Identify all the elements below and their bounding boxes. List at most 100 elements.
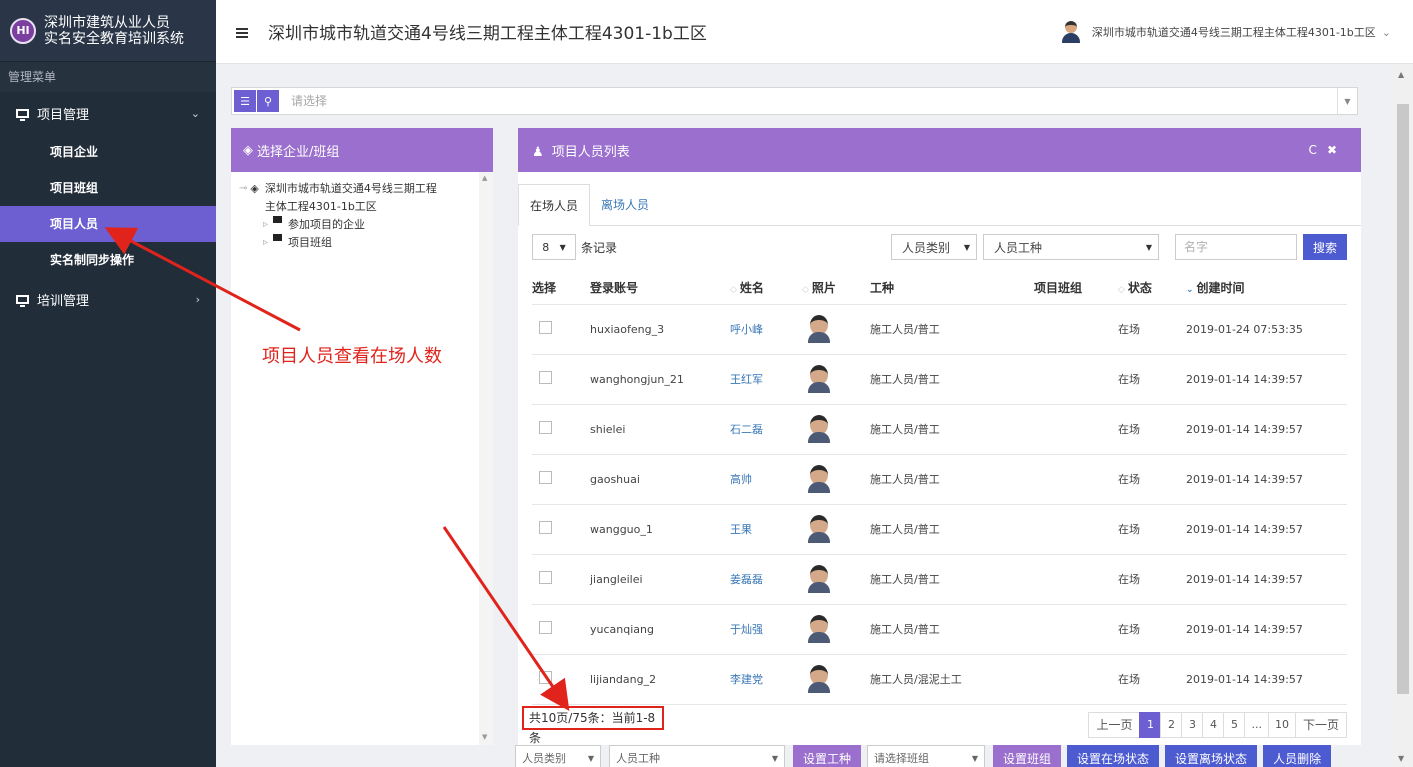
sidebar-item-project-company[interactable]: 项目企业 bbox=[0, 134, 216, 170]
scroll-down-icon[interactable]: ▼ bbox=[1398, 754, 1404, 763]
table-row[interactable]: gaoshuai 高帅 施工人员/普工 在场 2019-01-14 14:39:57 bbox=[532, 454, 1347, 505]
sidebar-item-project-personnel[interactable]: 项目人员 bbox=[0, 206, 216, 242]
row-checkbox[interactable] bbox=[539, 421, 552, 434]
prev-page-button[interactable]: 上一页 bbox=[1088, 712, 1141, 738]
person-photo[interactable] bbox=[808, 613, 830, 643]
project-select-input[interactable] bbox=[279, 94, 1337, 108]
table-row[interactable]: lijiandang_2 李建党 施工人员/混泥土工 在场 2019-01-14 14:… bbox=[532, 654, 1347, 705]
person-photo[interactable] bbox=[808, 563, 830, 593]
person-photo[interactable] bbox=[808, 663, 830, 693]
tree-scrollbar[interactable]: ▲ ▼ bbox=[479, 172, 493, 745]
menu-group-training[interactable]: 培训管理 › bbox=[0, 278, 216, 320]
row-checkbox[interactable] bbox=[539, 621, 552, 634]
person-name-link[interactable]: 石二磊 bbox=[730, 423, 763, 436]
col-name[interactable]: ◇ 姓名 bbox=[730, 272, 802, 305]
set-onsite-button[interactable]: 设置在场状态 bbox=[1067, 745, 1160, 767]
table-row[interactable]: wanghongjun_21 王红军 施工人员/普工 在场 2019-01-14 14:… bbox=[532, 354, 1347, 405]
tree-expander-icon[interactable]: ⊸ bbox=[239, 180, 247, 198]
person-name-link[interactable]: 呼小峰 bbox=[730, 323, 763, 336]
tab-onsite[interactable]: 在场人员 bbox=[518, 184, 591, 226]
scroll-up-icon[interactable]: ▲ bbox=[1398, 70, 1404, 79]
person-type-select[interactable]: 人员类别 ▼ bbox=[890, 234, 977, 260]
search-button[interactable]: 搜索 bbox=[1302, 234, 1347, 260]
table-row[interactable]: shielei 石二磊 施工人员/普工 在场 2019-01-14 14:39:57 bbox=[532, 404, 1347, 455]
person-photo[interactable] bbox=[808, 363, 830, 393]
account-cell: lijiandang_2 bbox=[590, 654, 730, 705]
row-checkbox[interactable] bbox=[539, 321, 552, 334]
table-row[interactable]: huxiaofeng_3 呼小峰 施工人员/普工 在场 2019-01-24 07:53… bbox=[532, 304, 1347, 355]
tab-offsite[interactable]: 离场人员 bbox=[590, 184, 660, 226]
panel-title: 选择企业/班组 bbox=[257, 144, 340, 160]
close-icon[interactable]: ✖ bbox=[1327, 143, 1347, 157]
page-button[interactable]: 10 bbox=[1267, 712, 1296, 738]
table-row[interactable]: wangguo_1 王果 施工人员/普工 在场 2019-01-14 14:39:57 bbox=[532, 504, 1347, 555]
row-checkbox[interactable] bbox=[539, 671, 552, 684]
search-icon[interactable]: ⚲ bbox=[257, 90, 279, 112]
col-account[interactable]: 登录账号 bbox=[590, 272, 730, 305]
page-scrollbar[interactable]: ▲ ▼ bbox=[1393, 64, 1413, 767]
tree-root[interactable]: ⊸ ◈ 深圳市城市轨道交通4号线三期工程 主体工程4301-1b工区 bbox=[239, 180, 493, 216]
menu-group-project[interactable]: 项目管理 ⌄ bbox=[0, 92, 216, 134]
row-checkbox[interactable] bbox=[539, 471, 552, 484]
next-page-button[interactable]: 下一页 bbox=[1294, 712, 1347, 738]
tree-expander-icon[interactable]: ▹ bbox=[263, 216, 268, 234]
brand-logo-icon: HI bbox=[10, 17, 36, 44]
page-button[interactable]: 5 bbox=[1223, 712, 1246, 738]
set-team-button[interactable]: 设置班组 bbox=[993, 745, 1062, 767]
personnel-table: 选择 登录账号 ◇ 姓名 ◇ 照片 工种 项目班组 ◇ 状态 ⌄ 创建时间 huxiao… bbox=[532, 272, 1347, 705]
person-photo[interactable] bbox=[808, 413, 830, 443]
person-name-link[interactable]: 姜磊磊 bbox=[730, 573, 763, 586]
person-photo[interactable] bbox=[808, 513, 830, 543]
created-cell: 2019-01-14 14:39:57 bbox=[1186, 454, 1347, 505]
col-photo[interactable]: ◇ 照片 bbox=[802, 272, 870, 305]
sidebar-item-project-team[interactable]: 项目班组 bbox=[0, 170, 216, 206]
person-name-link[interactable]: 王红军 bbox=[730, 373, 763, 386]
user-menu[interactable]: 深圳市城市轨道交通4号线三期工程主体工程4301-1b工区 ⌄ bbox=[1061, 0, 1391, 64]
list-view-button[interactable]: ☰ bbox=[234, 90, 256, 112]
row-checkbox[interactable] bbox=[539, 371, 552, 384]
list-toolbar: 8 ▼ 条记录 人员类别 ▼ 人员工种 ▼ 搜索 bbox=[532, 233, 1347, 261]
scroll-thumb[interactable] bbox=[1397, 104, 1409, 694]
dropdown-caret-icon[interactable]: ▼ bbox=[1337, 88, 1357, 114]
page-button[interactable]: 1 bbox=[1139, 712, 1162, 738]
set-offsite-button[interactable]: 设置离场状态 bbox=[1165, 745, 1258, 767]
delete-personnel-button[interactable]: 人员删除 bbox=[1263, 745, 1332, 767]
col-status[interactable]: ◇ 状态 bbox=[1118, 272, 1186, 305]
person-name-link[interactable]: 于灿强 bbox=[730, 623, 763, 636]
table-row[interactable]: jiangleilei 姜磊磊 施工人员/普工 在场 2019-01-14 14:39:… bbox=[532, 554, 1347, 605]
refresh-icon[interactable]: C bbox=[1309, 143, 1327, 157]
table-row[interactable]: yucanqiang 于灿强 施工人员/普工 在场 2019-01-14 14:39:5… bbox=[532, 604, 1347, 655]
person-photo[interactable] bbox=[808, 313, 830, 343]
sort-icon: ◇ bbox=[1118, 285, 1125, 296]
set-work-type-button[interactable]: 设置工种 bbox=[793, 745, 862, 767]
row-checkbox[interactable] bbox=[539, 571, 552, 584]
person-name-link[interactable]: 李建党 bbox=[730, 673, 763, 686]
bulk-person-type-select[interactable]: 人员类别 ▼ bbox=[515, 745, 601, 767]
scroll-up-icon[interactable]: ▲ bbox=[482, 174, 487, 182]
tree-expander-icon[interactable]: ▹ bbox=[263, 234, 268, 252]
tree-node-companies[interactable]: ▹ 参加项目的企业 bbox=[263, 216, 493, 234]
person-name-link[interactable]: 高帅 bbox=[730, 473, 752, 486]
chevron-down-icon: ⌄ bbox=[190, 106, 200, 120]
name-search-input[interactable] bbox=[1174, 234, 1297, 260]
page-size-select[interactable]: 8 ▼ bbox=[532, 234, 576, 260]
scroll-down-icon[interactable]: ▼ bbox=[482, 733, 487, 741]
cube-icon: ◈ bbox=[243, 142, 253, 158]
team-cell bbox=[1034, 504, 1118, 555]
row-checkbox[interactable] bbox=[539, 521, 552, 534]
caret-icon: ▼ bbox=[1145, 242, 1152, 252]
page-button[interactable]: 4 bbox=[1202, 712, 1225, 738]
work-type-select[interactable]: 人员工种 ▼ bbox=[982, 234, 1159, 260]
bulk-work-type-select[interactable]: 人员工种 ▼ bbox=[609, 745, 785, 767]
row-select-cell bbox=[532, 554, 590, 605]
col-created[interactable]: ⌄ 创建时间 bbox=[1186, 272, 1347, 305]
team-select[interactable]: 请选择班组 ▼ bbox=[867, 745, 986, 767]
person-photo[interactable] bbox=[808, 463, 830, 493]
page-button[interactable]: 3 bbox=[1181, 712, 1204, 738]
status-cell: 在场 bbox=[1118, 504, 1186, 555]
menu-toggle-icon[interactable] bbox=[236, 26, 252, 38]
sidebar-item-realname-sync[interactable]: 实名制同步操作 bbox=[0, 242, 216, 278]
page-button[interactable]: 2 bbox=[1160, 712, 1183, 738]
person-name-link[interactable]: 王果 bbox=[730, 523, 752, 536]
tree-node-teams[interactable]: ▹ 项目班组 bbox=[263, 234, 493, 252]
